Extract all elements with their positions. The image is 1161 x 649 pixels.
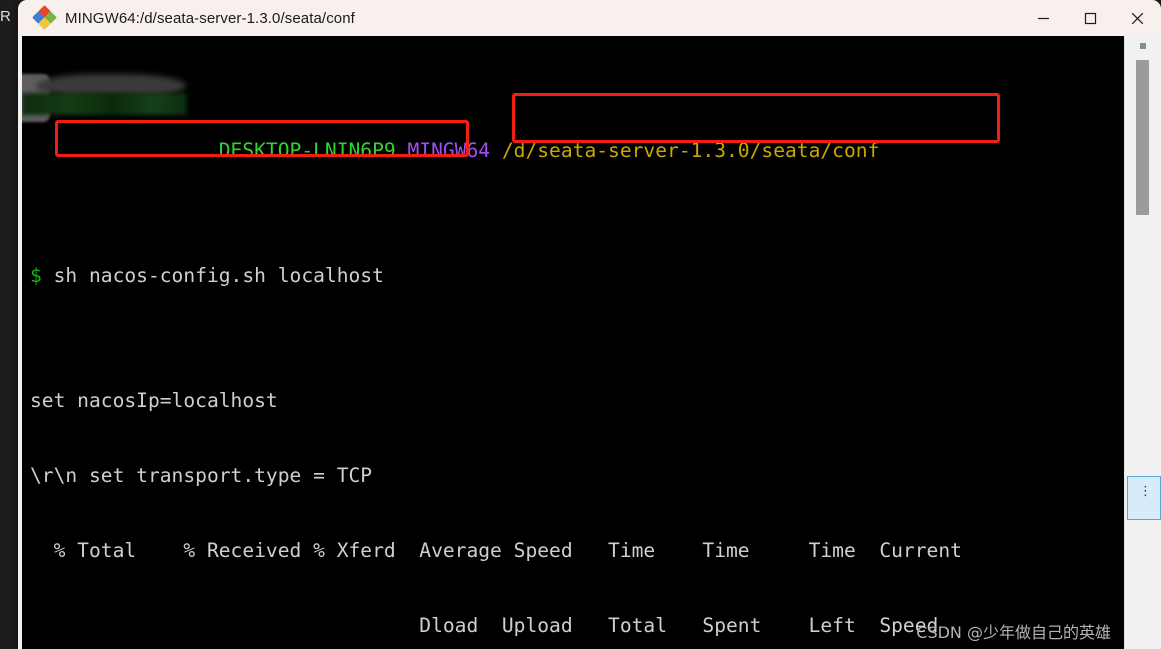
output-line: % Total % Received % Xferd Average Speed… bbox=[30, 539, 962, 562]
prompt-spacer bbox=[30, 139, 219, 162]
minimize-button[interactable] bbox=[1020, 0, 1067, 36]
scrollbar-thumb[interactable] bbox=[1136, 60, 1149, 215]
scroll-up-marker[interactable] bbox=[1140, 43, 1146, 49]
prompt-path: /d/seata-server-1.3.0/seata/conf bbox=[501, 139, 880, 162]
prompt-host: DESKTOP-LNIN6P9 bbox=[218, 139, 396, 162]
kebab-menu-icon: ⋮ bbox=[1139, 484, 1152, 499]
command-line: $ sh nacos-config.sh localhost bbox=[30, 263, 1125, 288]
terminal-text: DESKTOP-LNIN6P9 MINGW64 /d/seata-server-… bbox=[30, 38, 1125, 649]
vertical-scrollbar[interactable]: ⋮ bbox=[1124, 36, 1161, 649]
title-bar[interactable]: MINGW64:/d/seata-server-1.3.0/seata/conf bbox=[18, 0, 1161, 36]
close-button[interactable] bbox=[1114, 0, 1161, 36]
terminal-body: DESKTOP-LNIN6P9 MINGW64 /d/seata-server-… bbox=[18, 36, 1161, 649]
command-text: sh nacos-config.sh localhost bbox=[53, 264, 384, 287]
window-title: MINGW64:/d/seata-server-1.3.0/seata/conf bbox=[65, 9, 355, 27]
mingw64-terminal-window: MINGW64:/d/seata-server-1.3.0/seata/conf bbox=[18, 0, 1161, 649]
output-line: set nacosIp=localhost bbox=[30, 389, 278, 412]
command-gap bbox=[42, 264, 54, 287]
prompt-sep1 bbox=[396, 139, 408, 162]
watermark-text: CSDN @少年做自己的英雄 bbox=[916, 623, 1111, 642]
mingw-diamond-icon bbox=[32, 5, 57, 30]
desktop-edge-text: R bbox=[0, 8, 11, 25]
window-controls bbox=[1020, 0, 1161, 36]
maximize-button[interactable] bbox=[1067, 0, 1114, 36]
maximize-icon bbox=[1084, 12, 1097, 24]
close-icon bbox=[1131, 12, 1144, 24]
output-line: \r\n set transport.type = TCP bbox=[30, 464, 373, 487]
prompt-sigil: $ bbox=[30, 264, 42, 287]
scrollbar-context-marker[interactable]: ⋮ bbox=[1127, 476, 1161, 520]
prompt-shell: MINGW64 bbox=[407, 139, 491, 162]
minimize-icon bbox=[1038, 17, 1049, 19]
terminal-screen[interactable]: DESKTOP-LNIN6P9 MINGW64 /d/seata-server-… bbox=[22, 36, 1125, 649]
prompt-sep2 bbox=[490, 139, 502, 162]
prompt-line: DESKTOP-LNIN6P9 MINGW64 /d/seata-server-… bbox=[30, 138, 1125, 163]
redaction-blob bbox=[22, 93, 187, 115]
